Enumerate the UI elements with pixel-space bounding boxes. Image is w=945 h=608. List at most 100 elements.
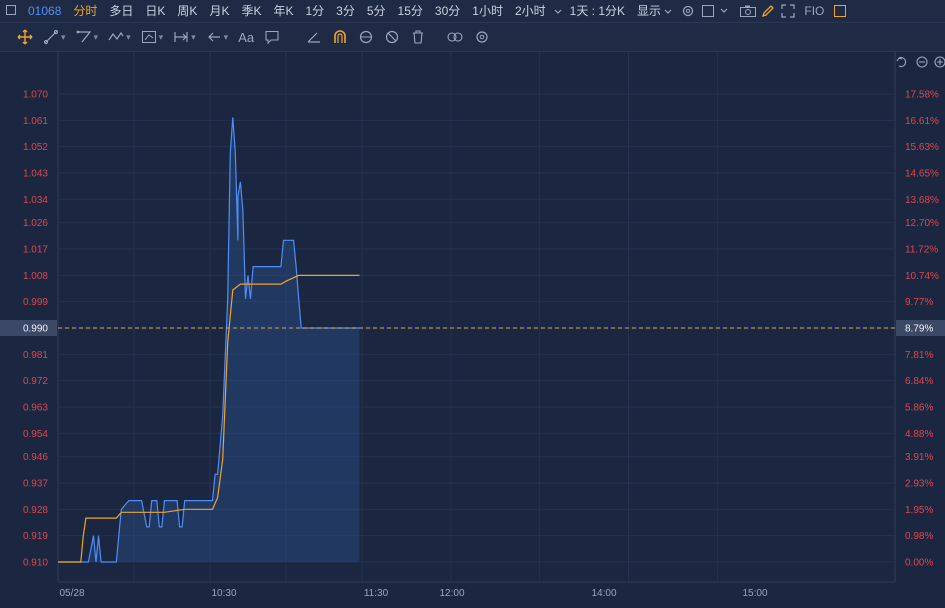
tab-period-10[interactable]: 15分 <box>392 0 429 22</box>
link-icon[interactable] <box>441 23 469 51</box>
display-label: 显示 <box>637 4 662 18</box>
y-tick-left: 1.034 <box>23 195 48 206</box>
side-panel-icon[interactable] <box>830 0 850 22</box>
text-tool[interactable]: Aa <box>233 23 259 51</box>
angle-icon[interactable] <box>301 23 327 51</box>
stock-code[interactable]: 01068 <box>22 0 67 22</box>
tab-period-3[interactable]: 周K <box>171 0 203 22</box>
y-tick-left: 1.052 <box>23 142 48 153</box>
y-tick-right: 16.61% <box>905 116 939 127</box>
fullscreen-icon[interactable] <box>778 0 798 22</box>
current-change-label: 8.79% <box>905 324 933 335</box>
y-tick-left: 0.963 <box>23 402 48 413</box>
y-tick-right: 17.58% <box>905 90 939 101</box>
period-more-chevron-icon[interactable] <box>552 0 564 22</box>
x-tick: 14:00 <box>591 588 616 599</box>
current-price-label: 0.990 <box>23 324 48 335</box>
layout-chevron-icon[interactable] <box>718 0 730 22</box>
tab-period-9[interactable]: 5分 <box>361 0 392 22</box>
layout-square-icon[interactable] <box>698 0 718 22</box>
hide-icon[interactable] <box>379 23 405 51</box>
comment-icon[interactable] <box>259 23 285 51</box>
y-tick-left: 0.937 <box>23 479 48 490</box>
current-price-marker-right: 8.79% <box>896 320 945 336</box>
period-toolbar: 01068 分时 多日 日K 周K 月K 季K 年K 1分 3分 5分 15分 … <box>0 0 945 23</box>
y-tick-right: 6.84% <box>905 376 933 387</box>
y-tick-left: 1.043 <box>23 168 48 179</box>
y-tick-right: 4.88% <box>905 429 933 440</box>
y-tick-right: 15.63% <box>905 142 939 153</box>
tab-period-4[interactable]: 月K <box>203 0 235 22</box>
y-tick-left: 0.981 <box>23 350 48 361</box>
y-tick-right: 13.68% <box>905 195 939 206</box>
y-tick-left: 0.919 <box>23 531 48 542</box>
current-price-marker-left: 0.990 <box>0 320 57 336</box>
drawing-toolbar: ▾ ▾ ▾ ▾ ▾ ▾ Aa <box>0 23 945 52</box>
y-tick-left: 0.928 <box>23 505 48 516</box>
arrow-icon[interactable]: ▾ <box>201 23 234 51</box>
y-tick-right: 0.00% <box>905 558 933 569</box>
move-cross-icon[interactable] <box>12 23 38 51</box>
chevron-down-icon: ▾ <box>223 31 229 42</box>
settings-gear-icon[interactable] <box>678 0 698 22</box>
wave-pattern-icon[interactable]: ▾ <box>103 23 136 51</box>
tab-period-5[interactable]: 季K <box>235 0 267 22</box>
x-tick: 12:00 <box>439 588 464 599</box>
tab-period-0[interactable]: 分时 <box>67 0 103 22</box>
fio-label[interactable]: FIO <box>798 0 830 22</box>
y-tick-right: 14.65% <box>905 168 939 179</box>
x-tick: 10:30 <box>211 588 236 599</box>
y-tick-left: 0.910 <box>23 558 48 569</box>
x-tick: 05/28 <box>59 588 84 599</box>
y-tick-right: 9.77% <box>905 297 933 308</box>
chevron-down-icon: ▾ <box>191 31 196 42</box>
y-tick-right: 10.74% <box>905 271 939 282</box>
y-tick-right: 2.93% <box>905 479 933 490</box>
chevron-down-icon: ▾ <box>158 31 164 42</box>
chevron-down-icon <box>664 9 672 14</box>
tab-period-1[interactable]: 多日 <box>103 0 139 22</box>
y-tick-left: 1.026 <box>23 218 48 229</box>
trash-icon[interactable] <box>405 23 431 51</box>
tab-period-12[interactable]: 1小时 <box>466 0 509 22</box>
y-tick-left: 0.954 <box>23 429 48 440</box>
y-tick-right: 11.72% <box>905 245 938 256</box>
range-icon[interactable]: ▾ <box>168 23 201 51</box>
period-dropdown[interactable]: 1天 : 1分K <box>564 0 631 22</box>
y-tick-right: 7.81% <box>905 350 933 361</box>
chevron-down-icon: ▾ <box>126 31 131 42</box>
x-tick: 15:00 <box>742 588 767 599</box>
y-tick-left: 0.972 <box>23 376 48 387</box>
y-tick-left: 0.946 <box>23 452 48 463</box>
y-tick-left: 1.008 <box>23 271 48 282</box>
y-tick-right: 3.91% <box>905 452 933 463</box>
tab-period-8[interactable]: 3分 <box>330 0 361 22</box>
measure-icon[interactable]: ▾ <box>136 23 169 51</box>
magnet-icon[interactable] <box>327 23 353 51</box>
tab-period-6[interactable]: 年K <box>267 0 299 22</box>
text-tool-label: Aa <box>238 29 255 45</box>
panel-toggle-icon[interactable] <box>0 0 22 22</box>
x-tick: 11:30 <box>364 588 389 599</box>
draw-settings-gear-icon[interactable] <box>469 23 495 51</box>
y-tick-left: 0.999 <box>23 297 48 308</box>
y-tick-left: 1.070 <box>23 90 48 101</box>
channel-icon[interactable]: ▾ <box>71 23 104 51</box>
chevron-down-icon: ▾ <box>61 31 66 42</box>
pencil-icon[interactable] <box>758 0 778 22</box>
tab-period-2[interactable]: 日K <box>139 0 171 22</box>
intraday-chart[interactable]: 1.070 1.061 1.052 1.043 1.034 1.026 1.017 1.008… <box>0 52 945 608</box>
tab-period-13[interactable]: 2小时 <box>509 0 552 22</box>
tab-period-7[interactable]: 1分 <box>299 0 330 22</box>
y-tick-left: 1.061 <box>23 116 48 127</box>
camera-icon[interactable] <box>738 0 758 22</box>
display-dropdown[interactable]: 显示 <box>631 0 678 22</box>
y-tick-right: 5.86% <box>905 402 933 413</box>
y-tick-left: 1.017 <box>23 245 48 256</box>
tab-period-11[interactable]: 30分 <box>429 0 466 22</box>
sync-icon[interactable] <box>353 23 379 51</box>
y-tick-right: 0.98% <box>905 531 933 542</box>
y-tick-right: 1.95% <box>905 505 933 516</box>
y-tick-right: 12.70% <box>905 218 939 229</box>
trend-line-icon[interactable]: ▾ <box>38 23 71 51</box>
